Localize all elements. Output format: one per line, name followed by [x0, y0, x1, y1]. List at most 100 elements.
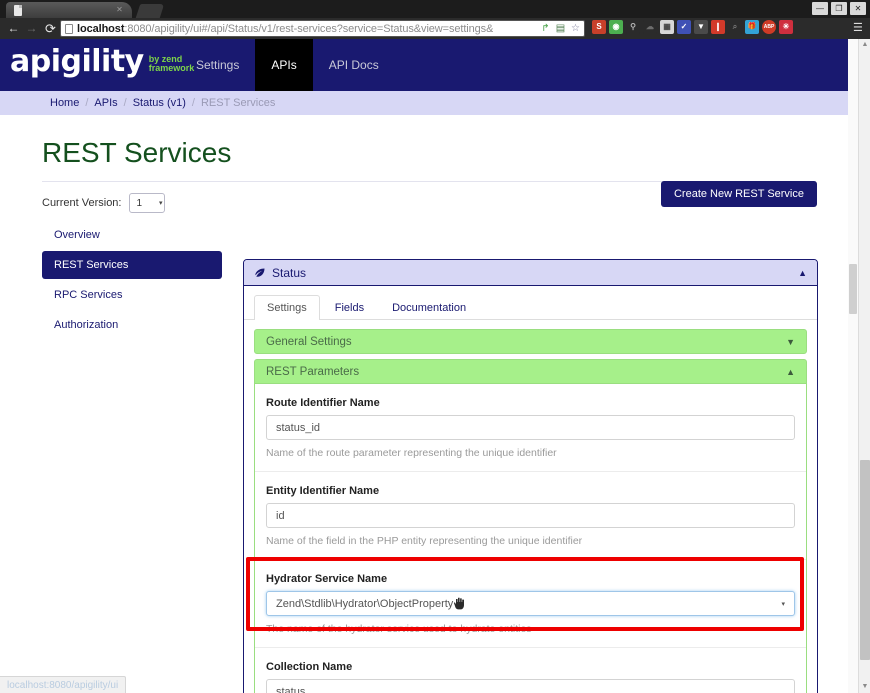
window-controls: — ❐ ✕ [812, 2, 866, 15]
service-panel: Status ▲ Settings Fields Documentation G… [243, 259, 818, 693]
field-label: Entity Identifier Name [266, 485, 795, 497]
bookmark-star-icon[interactable]: ☆ [569, 22, 582, 35]
reload-icon[interactable]: ⟳ [43, 21, 58, 36]
browser-menu-icon[interactable]: ☰ [853, 22, 865, 34]
tab-settings[interactable]: Settings [254, 295, 320, 320]
sidebar-item-overview[interactable]: Overview [42, 221, 222, 249]
reader-icon[interactable]: ▤ [554, 22, 567, 35]
nav-item-apis[interactable]: APIs [255, 39, 312, 91]
adblock-plus-extension-icon[interactable]: ABP [762, 20, 776, 34]
pocket-extension-icon[interactable]: ▼ [694, 20, 708, 34]
chevron-down-icon: ▼ [786, 337, 795, 347]
url-host: localhost [77, 23, 124, 35]
browser-tab[interactable]: ✕ [6, 2, 132, 18]
route-identifier-name-input[interactable]: status_id [266, 415, 795, 440]
new-tab-button[interactable] [136, 4, 165, 18]
browser-tabstrip: ✕ — ❐ ✕ [0, 0, 870, 18]
nav-item-api-docs[interactable]: API Docs [313, 39, 395, 91]
vivaldi-extension-icon[interactable]: ✓ [677, 20, 691, 34]
sidebar-item-authorization[interactable]: Authorization [42, 311, 222, 339]
service-panel-header[interactable]: Status ▲ [244, 260, 817, 286]
breadcrumb-item-home[interactable]: Home [50, 97, 79, 109]
chevron-down-icon: ▾ [781, 600, 785, 608]
inner-scrollbar-thumb[interactable] [849, 264, 857, 314]
browser-toolbar: ← → ⟳ localhost:8080/apigility/ui#/api/S… [0, 18, 870, 39]
field-label: Route Identifier Name [266, 397, 795, 409]
field-hydrator-service-name: Hydrator Service Name Zend\Stdlib\Hydrat… [255, 560, 806, 648]
service-panel-header-left: Status [254, 266, 306, 280]
browser-chrome: ✕ — ❐ ✕ ← → ⟳ localhost:8080/apigility/u… [0, 0, 870, 39]
accordion-rest-parameters[interactable]: REST Parameters ▲ [254, 359, 807, 384]
window-close-button[interactable]: ✕ [850, 2, 866, 15]
hydrator-service-name-value: Zend\Stdlib\Hydrator\ObjectProperty [276, 598, 453, 610]
field-help-text: Name of the route parameter representing… [266, 447, 795, 459]
forward-icon[interactable]: → [24, 21, 39, 36]
share-icon[interactable]: ↱ [539, 22, 552, 35]
sidebar-item-rpc-services[interactable]: RPC Services [42, 281, 222, 309]
stumbleupon-extension-icon[interactable]: S [592, 20, 606, 34]
apigility-logo[interactable]: apigility by zend framework [10, 45, 194, 79]
back-icon[interactable]: ← [6, 21, 21, 36]
pin-extension-icon[interactable]: ⚲ [626, 20, 640, 34]
breadcrumb: Home / APIs / Status (v1) / REST Service… [0, 91, 858, 115]
field-collection-name: Collection Name status Name of the field… [255, 648, 806, 693]
panel-tabs: Settings Fields Documentation [244, 286, 817, 320]
page-title: REST Services [42, 137, 858, 169]
chevron-down-icon: ▾ [159, 199, 163, 207]
breadcrumb-separator: / [124, 97, 127, 109]
version-label: Current Version: [42, 197, 121, 209]
tab-fields[interactable]: Fields [322, 295, 377, 320]
version-select-value: 1 [136, 198, 142, 209]
field-entity-identifier-name: Entity Identifier Name id Name of the fi… [255, 472, 806, 560]
accordion-rest-parameters-title: REST Parameters [266, 366, 359, 378]
page-scrollbar[interactable]: ▲ ▼ [858, 39, 870, 693]
scroll-up-icon[interactable]: ▲ [861, 41, 869, 49]
page-info-icon[interactable] [65, 24, 73, 34]
field-label: Collection Name [266, 661, 795, 673]
top-navigation: Settings APIs API Docs [180, 39, 395, 91]
breadcrumb-separator: / [85, 97, 88, 109]
entity-identifier-name-input[interactable]: id [266, 503, 795, 528]
inner-scrollbar[interactable] [848, 39, 858, 693]
address-bar-icons: ↱ ▤ ☆ [539, 22, 582, 35]
address-bar-url: localhost:8080/apigility/ui#/api/Status/… [77, 23, 493, 35]
main-content: REST Services Current Version: 1 ▾ Creat… [0, 137, 858, 213]
whatsapp-extension-icon[interactable]: ◉ [609, 20, 623, 34]
create-new-rest-service-button[interactable]: Create New REST Service [661, 181, 817, 207]
accordion-general-settings[interactable]: General Settings ▼ [254, 329, 807, 354]
status-bar-text: localhost:8080/apigility/ui [7, 680, 118, 691]
version-select[interactable]: 1 ▾ [129, 193, 165, 213]
page-scrollbar-thumb[interactable] [860, 460, 870, 660]
bookmark-extension-icon[interactable]: ❙ [711, 20, 725, 34]
sidebar-item-rest-services[interactable]: REST Services [42, 251, 222, 279]
collection-name-input[interactable]: status [266, 679, 795, 693]
gift-extension-icon[interactable]: 🎁 [745, 20, 759, 34]
field-help-text: The name of the hydrator service used to… [266, 623, 795, 635]
breadcrumb-item-apis[interactable]: APIs [94, 97, 117, 109]
sidebar: Overview REST Services RPC Services Auth… [42, 221, 222, 341]
url-path: :8080/apigility/ui#/api/Status/v1/rest-s… [124, 23, 493, 35]
calendar-extension-icon[interactable]: ▦ [660, 20, 674, 34]
tab-close-icon[interactable]: ✕ [115, 5, 124, 14]
search-magnifier-extension-icon[interactable]: ⌕ [728, 20, 742, 34]
window-minimize-button[interactable]: — [812, 2, 828, 15]
hydrator-service-name-select[interactable]: Zend\Stdlib\Hydrator\ObjectProperty ▾ [266, 591, 795, 616]
service-panel-title: Status [272, 266, 306, 280]
chevron-up-icon[interactable]: ▲ [798, 268, 807, 278]
chevron-up-icon: ▲ [786, 367, 795, 377]
field-help-text: Name of the field in the PHP entity repr… [266, 535, 795, 547]
browser-status-bar: localhost:8080/apigility/ui [0, 676, 126, 693]
breadcrumb-item-status-v1[interactable]: Status (v1) [133, 97, 186, 109]
cloud-extension-icon[interactable]: ☁ [643, 20, 657, 34]
address-bar[interactable]: localhost:8080/apigility/ui#/api/Status/… [60, 20, 585, 37]
field-label: Hydrator Service Name [266, 573, 795, 585]
scroll-down-icon[interactable]: ▼ [861, 683, 869, 691]
logo-wordmark: apigility [10, 45, 144, 79]
tab-favicon-icon [14, 5, 22, 16]
nav-item-settings[interactable]: Settings [180, 39, 255, 91]
addon-extension-icon[interactable]: ✳ [779, 20, 793, 34]
window-maximize-button[interactable]: ❐ [831, 2, 847, 15]
breadcrumb-separator: / [192, 97, 195, 109]
tab-documentation[interactable]: Documentation [379, 295, 479, 320]
breadcrumb-item-rest-services: REST Services [201, 97, 275, 109]
